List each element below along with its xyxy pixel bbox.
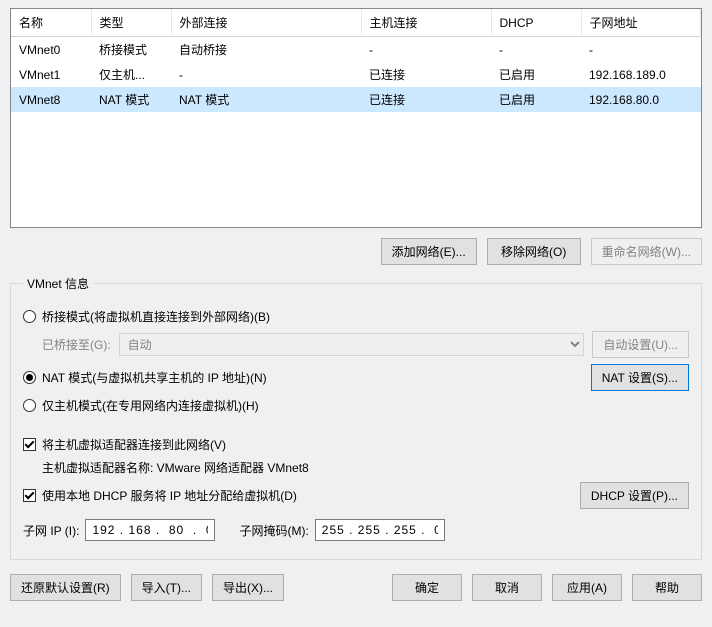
auto-setup-button: 自动设置(U)... xyxy=(592,331,689,358)
export-button[interactable]: 导出(X)... xyxy=(212,574,284,601)
add-network-button[interactable]: 添加网络(E)... xyxy=(381,238,477,265)
network-table-container: 名称 类型 外部连接 主机连接 DHCP 子网地址 VMnet0桥接模式自动桥接… xyxy=(10,8,702,228)
subnet-ip-input[interactable] xyxy=(85,519,215,541)
col-type[interactable]: 类型 xyxy=(91,9,171,37)
cell-dhcp: 已启用 xyxy=(491,62,581,87)
cell-dhcp: - xyxy=(491,37,581,63)
dhcp-label[interactable]: 使用本地 DHCP 服务将 IP 地址分配给虚拟机(D) xyxy=(42,487,297,504)
cell-subnet: 192.168.189.0 xyxy=(581,62,701,87)
cell-subnet: 192.168.80.0 xyxy=(581,87,701,112)
table-header-row: 名称 类型 外部连接 主机连接 DHCP 子网地址 xyxy=(11,9,701,37)
cancel-button[interactable]: 取消 xyxy=(472,574,542,601)
subnet-ip-label: 子网 IP (I): xyxy=(23,522,79,539)
col-ext[interactable]: 外部连接 xyxy=(171,9,361,37)
table-row[interactable]: VMnet1仅主机...-已连接已启用192.168.189.0 xyxy=(11,62,701,87)
cell-host: 已连接 xyxy=(361,62,491,87)
col-name[interactable]: 名称 xyxy=(11,9,91,37)
table-buttons: 添加网络(E)... 移除网络(O) 重命名网络(W)... xyxy=(0,234,712,273)
cell-name: VMnet0 xyxy=(11,37,91,63)
bridge-to-label: 已桥接至(G): xyxy=(42,336,111,353)
cell-dhcp: 已启用 xyxy=(491,87,581,112)
table-row[interactable]: VMnet0桥接模式自动桥接--- xyxy=(11,37,701,63)
help-button[interactable]: 帮助 xyxy=(632,574,702,601)
nat-setup-button[interactable]: NAT 设置(S)... xyxy=(591,364,689,391)
bridge-to-select: 自动 xyxy=(119,333,585,356)
connect-adapter-checkbox[interactable] xyxy=(23,438,36,451)
rename-network-button: 重命名网络(W)... xyxy=(591,238,702,265)
vmnet-info-group: VMnet 信息 桥接模式(将虚拟机直接连接到外部网络)(B) 已桥接至(G):… xyxy=(10,275,702,560)
cell-host: 已连接 xyxy=(361,87,491,112)
apply-button[interactable]: 应用(A) xyxy=(552,574,622,601)
ok-button[interactable]: 确定 xyxy=(392,574,462,601)
import-button[interactable]: 导入(T)... xyxy=(131,574,202,601)
table-row[interactable]: VMnet8NAT 模式NAT 模式已连接已启用192.168.80.0 xyxy=(11,87,701,112)
hostonly-radio[interactable] xyxy=(23,399,36,412)
col-dhcp[interactable]: DHCP xyxy=(491,9,581,37)
adapter-name-text: 主机虚拟适配器名称: VMware 网络适配器 VMnet8 xyxy=(42,459,309,476)
cell-ext: NAT 模式 xyxy=(171,87,361,112)
network-table[interactable]: 名称 类型 外部连接 主机连接 DHCP 子网地址 VMnet0桥接模式自动桥接… xyxy=(11,9,701,112)
nat-radio[interactable] xyxy=(23,371,36,384)
col-host[interactable]: 主机连接 xyxy=(361,9,491,37)
connect-adapter-label[interactable]: 将主机虚拟适配器连接到此网络(V) xyxy=(42,436,226,453)
group-legend: VMnet 信息 xyxy=(23,275,93,292)
subnet-mask-label: 子网掩码(M): xyxy=(239,522,308,539)
cell-name: VMnet8 xyxy=(11,87,91,112)
dialog-buttons: 还原默认设置(R) 导入(T)... 导出(X)... 确定 取消 应用(A) … xyxy=(0,570,712,611)
subnet-mask-input[interactable] xyxy=(315,519,445,541)
hostonly-label[interactable]: 仅主机模式(在专用网络内连接虚拟机)(H) xyxy=(42,397,259,414)
cell-type: 仅主机... xyxy=(91,62,171,87)
nat-label[interactable]: NAT 模式(与虚拟机共享主机的 IP 地址)(N) xyxy=(42,369,267,386)
cell-subnet: - xyxy=(581,37,701,63)
col-subnet[interactable]: 子网地址 xyxy=(581,9,701,37)
dhcp-setup-button[interactable]: DHCP 设置(P)... xyxy=(580,482,689,509)
cell-type: 桥接模式 xyxy=(91,37,171,63)
remove-network-button[interactable]: 移除网络(O) xyxy=(487,238,581,265)
cell-type: NAT 模式 xyxy=(91,87,171,112)
dhcp-checkbox[interactable] xyxy=(23,489,36,502)
cell-name: VMnet1 xyxy=(11,62,91,87)
restore-defaults-button[interactable]: 还原默认设置(R) xyxy=(10,574,121,601)
bridge-label[interactable]: 桥接模式(将虚拟机直接连接到外部网络)(B) xyxy=(42,308,270,325)
cell-host: - xyxy=(361,37,491,63)
cell-ext: - xyxy=(171,62,361,87)
bridge-radio[interactable] xyxy=(23,310,36,323)
cell-ext: 自动桥接 xyxy=(171,37,361,63)
